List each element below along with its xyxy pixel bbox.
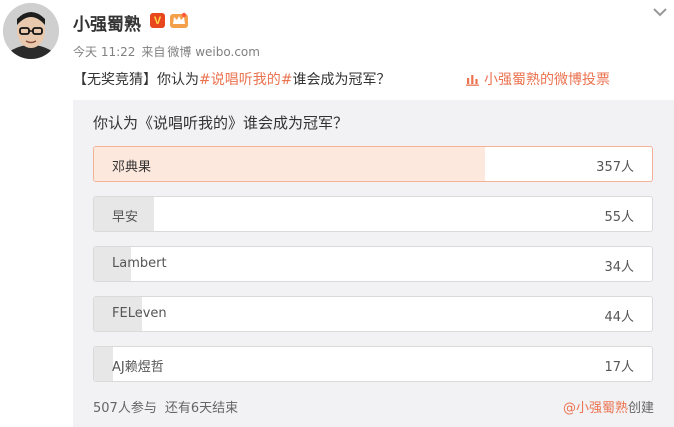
time-remaining: 还有6天结束 [164,401,239,416]
option-count: 17人 [604,360,634,375]
topic-link[interactable]: #说唱听我的# [199,72,292,88]
chevron-down-icon[interactable] [652,6,668,18]
participant-count: 507人参与 [93,401,157,416]
verified-v-icon: V [150,13,165,28]
member-crown-icon[interactable] [170,12,188,29]
poll-option[interactable]: 邓典果 357人 [93,146,653,182]
option-label: Lambert [112,256,167,271]
option-bar [94,147,485,181]
source-prefix: 来自 [141,45,166,59]
poll-option[interactable]: FELeven 44人 [93,296,653,332]
option-label: 邓典果 [112,160,152,175]
bar-chart-icon [466,75,479,86]
option-label: FELeven [112,306,167,321]
creator-link[interactable]: @小强蜀熟 [563,401,628,416]
poll-card: 你认为《说唱听我的》谁会成为冠军？ 邓典果 357人 早安 55人 Lamber… [73,100,674,427]
post-text-after: 谁会成为冠军？ [292,72,391,88]
post-tag: 【无奖竞猜】 [73,72,157,88]
option-label: AJ赖煜哲 [112,360,164,375]
option-count: 55人 [604,210,634,225]
vote-link-label: 小强蜀熟的微博投票 [484,72,610,88]
post-source[interactable]: 微博 weibo.com [167,45,260,59]
post-meta: 今天 11:22 来自 微博 weibo.com [73,43,266,60]
post-text-before: 你认为 [157,72,199,88]
username[interactable]: 小强蜀熟 [73,10,141,35]
poll-option[interactable]: 早安 55人 [93,196,653,232]
option-count: 44人 [604,310,634,325]
poll-option[interactable]: AJ赖煜哲 17人 [93,346,653,382]
post-text: 【无奖竞猜】你认为#说唱听我的#谁会成为冠军？ [73,69,390,89]
poll-option[interactable]: Lambert 34人 [93,246,653,282]
poll-creator: @小强蜀熟创建 [563,397,654,416]
option-count: 357人 [596,160,634,175]
avatar[interactable] [3,3,59,59]
option-label: 早安 [112,210,139,225]
poll-stats: 507人参与 还有6天结束 [93,397,246,416]
vote-link[interactable]: 小强蜀熟的微博投票 [466,69,610,89]
option-bar [94,347,113,381]
avatar-photo [3,3,59,59]
creator-suffix: 创建 [627,401,654,416]
post-time[interactable]: 今天 11:22 [73,45,135,59]
poll-question: 你认为《说唱听我的》谁会成为冠军？ [93,114,349,132]
option-count: 34人 [604,260,634,275]
